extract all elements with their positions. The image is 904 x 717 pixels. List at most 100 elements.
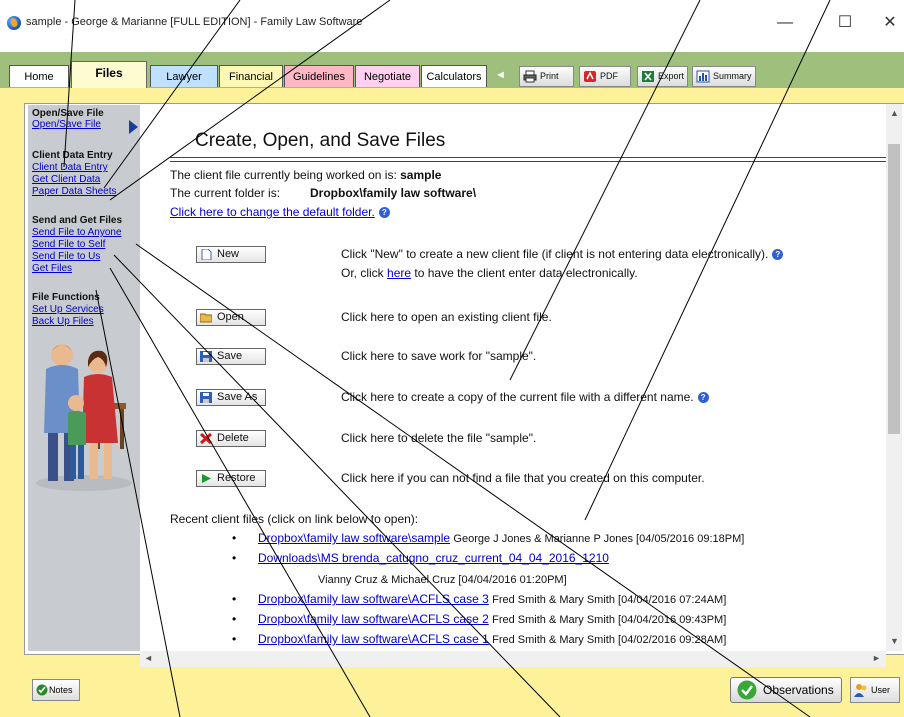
recent-file-meta: George J Jones & Marianne P Jones [04/05…	[453, 533, 745, 545]
list-bullet: •	[232, 612, 237, 626]
minimize-button[interactable]: —	[770, 10, 800, 36]
open-button[interactable]: Open	[196, 309, 266, 326]
window-title: sample - George & Marianne [FULL EDITION…	[26, 16, 363, 28]
app-logo-icon	[7, 16, 21, 30]
recent-file-meta: Vianny Cruz & Michael Cruz [04/04/2016 0…	[318, 574, 567, 586]
new-button-label: New	[217, 248, 240, 260]
scroll-up-icon[interactable]: ▲	[890, 108, 899, 118]
save-description: Click here to save work for "sample".	[341, 349, 537, 363]
new-description: Click "New" to create a new client file …	[341, 247, 784, 261]
export-button[interactable]: Export	[637, 66, 688, 87]
sidebar-item-open-save-file[interactable]: Open/Save File	[32, 119, 101, 130]
summary-button[interactable]: Summary	[692, 66, 756, 87]
recent-file-link[interactable]: Dropbox\family law software\ACFLS case 2	[258, 612, 489, 626]
notes-label: Notes	[49, 685, 73, 695]
list-bullet: •	[232, 632, 237, 646]
recent-file-item: Dropbox\family law software\sample Georg…	[258, 531, 744, 545]
vertical-scrollbar[interactable]: ▲ ▼	[886, 104, 902, 651]
title-bar: sample - George & Marianne [FULL EDITION…	[0, 0, 904, 53]
new-description-text: Click "New" to create a new client file …	[341, 247, 769, 261]
sidebar-item-set-up-services[interactable]: Set Up Services	[32, 304, 104, 315]
scroll-left-icon[interactable]: ◄	[144, 653, 153, 663]
tab-scroll-left-icon[interactable]: ◄	[495, 69, 506, 81]
save-as-description-text: Click here to create a copy of the curre…	[341, 390, 694, 404]
recent-file-meta: Fred Smith & Mary Smith [04/02/2016 09:2…	[492, 634, 727, 646]
open-button-label: Open	[217, 311, 244, 323]
tab-negotiate[interactable]: Negotiate	[355, 65, 420, 87]
pdf-button[interactable]: PDF	[579, 66, 631, 87]
restore-button[interactable]: Restore	[196, 470, 266, 487]
printer-icon	[523, 70, 537, 83]
observations-button[interactable]: Observations	[730, 677, 842, 703]
user-button[interactable]: User	[850, 677, 900, 703]
scroll-down-icon[interactable]: ▼	[890, 636, 899, 646]
user-label: User	[871, 685, 891, 695]
sidebar-item-paper-data-sheets[interactable]: Paper Data Sheets	[32, 186, 117, 197]
sidebar-item-get-files[interactable]: Get Files	[32, 263, 72, 274]
tab-files[interactable]: Files	[71, 61, 147, 88]
open-folder-icon	[200, 313, 212, 323]
recent-files-heading: Recent client files (click on link below…	[170, 512, 419, 526]
save-disk-icon	[200, 351, 212, 362]
recent-file-link[interactable]: Dropbox\family law software\sample	[258, 531, 450, 545]
vertical-scroll-thumb[interactable]	[888, 144, 900, 434]
delete-button[interactable]: Delete	[196, 430, 266, 447]
excel-export-icon	[642, 71, 654, 82]
sidebar-item-send-file-anyone[interactable]: Send File to Anyone	[32, 227, 122, 238]
new-or-suffix: to have the client enter data electronic…	[411, 266, 638, 280]
sidebar-item-back-up-files[interactable]: Back Up Files	[32, 316, 94, 327]
maximize-button[interactable]: ☐	[830, 10, 860, 36]
recent-file-item: Downloads\MS brenda_catugno_cruz_current…	[258, 551, 609, 565]
delete-description: Click here to delete the file "sample".	[341, 431, 537, 445]
notes-icon	[36, 684, 48, 696]
client-electronic-link[interactable]: here	[387, 266, 411, 280]
tab-guidelines[interactable]: Guidelines	[284, 65, 354, 87]
help-icon[interactable]: ?	[378, 207, 390, 218]
save-as-disk-icon	[200, 392, 212, 403]
tab-home[interactable]: Home	[9, 65, 69, 87]
help-icon[interactable]: ?	[697, 392, 709, 403]
tab-financial[interactable]: Financial	[219, 65, 283, 87]
observations-label: Observations	[763, 683, 834, 697]
current-file-line: The client file currently being worked o…	[170, 168, 441, 182]
scroll-right-icon[interactable]: ►	[872, 653, 881, 663]
list-bullet: •	[232, 531, 237, 545]
print-button[interactable]: Print	[519, 66, 574, 87]
sidebar-heading-client-data: Client Data Entry	[32, 150, 113, 161]
new-button[interactable]: New	[196, 246, 266, 263]
tab-calculators[interactable]: Calculators	[421, 65, 487, 87]
print-label: Print	[540, 71, 559, 81]
tab-lawyer[interactable]: Lawyer	[150, 65, 218, 87]
recent-file-link[interactable]: Dropbox\family law software\ACFLS case 3	[258, 592, 489, 606]
sidebar-heading-send-get: Send and Get Files	[32, 215, 123, 226]
restore-description: Click here if you can not find a file th…	[341, 471, 705, 485]
help-icon[interactable]: ?	[772, 249, 784, 260]
export-label: Export	[658, 71, 685, 81]
sidebar-item-send-file-self[interactable]: Send File to Self	[32, 239, 105, 250]
main-content: Create, Open, and Save Files The client …	[140, 104, 886, 651]
sidebar-item-get-client-data[interactable]: Get Client Data	[32, 174, 100, 185]
sidebar-item-send-file-us[interactable]: Send File to Us	[32, 251, 100, 262]
restore-play-icon	[202, 474, 211, 483]
new-file-icon	[201, 249, 212, 260]
close-button[interactable]: ✕	[875, 10, 904, 36]
sidebar-heading-open-save: Open/Save File	[32, 108, 104, 119]
recent-file-link[interactable]: Dropbox\family law software\ACFLS case 1	[258, 632, 489, 646]
family-illustration	[36, 344, 132, 491]
delete-button-label: Delete	[217, 432, 249, 444]
recent-file-item: Dropbox\family law software\ACFLS case 1…	[258, 632, 726, 646]
summary-label: Summary	[713, 71, 752, 81]
sidebar-item-client-data-entry[interactable]: Client Data Entry	[32, 162, 108, 173]
open-description: Click here to open an existing client fi…	[341, 310, 552, 324]
list-bullet: •	[232, 592, 237, 606]
save-button[interactable]: Save	[196, 348, 266, 365]
horizontal-scrollbar[interactable]: ◄ ►	[140, 651, 886, 667]
recent-file-meta: Fred Smith & Mary Smith [04/04/2016 07:2…	[492, 594, 727, 606]
notes-button[interactable]: Notes	[32, 679, 80, 701]
title-divider-2	[170, 161, 886, 162]
save-button-label: Save	[217, 350, 243, 362]
delete-x-icon	[200, 433, 212, 444]
save-as-button[interactable]: Save As	[196, 389, 266, 406]
change-folder-link[interactable]: Click here to change the default folder.	[170, 205, 375, 219]
recent-file-link[interactable]: Downloads\MS brenda_catugno_cruz_current…	[258, 551, 609, 565]
